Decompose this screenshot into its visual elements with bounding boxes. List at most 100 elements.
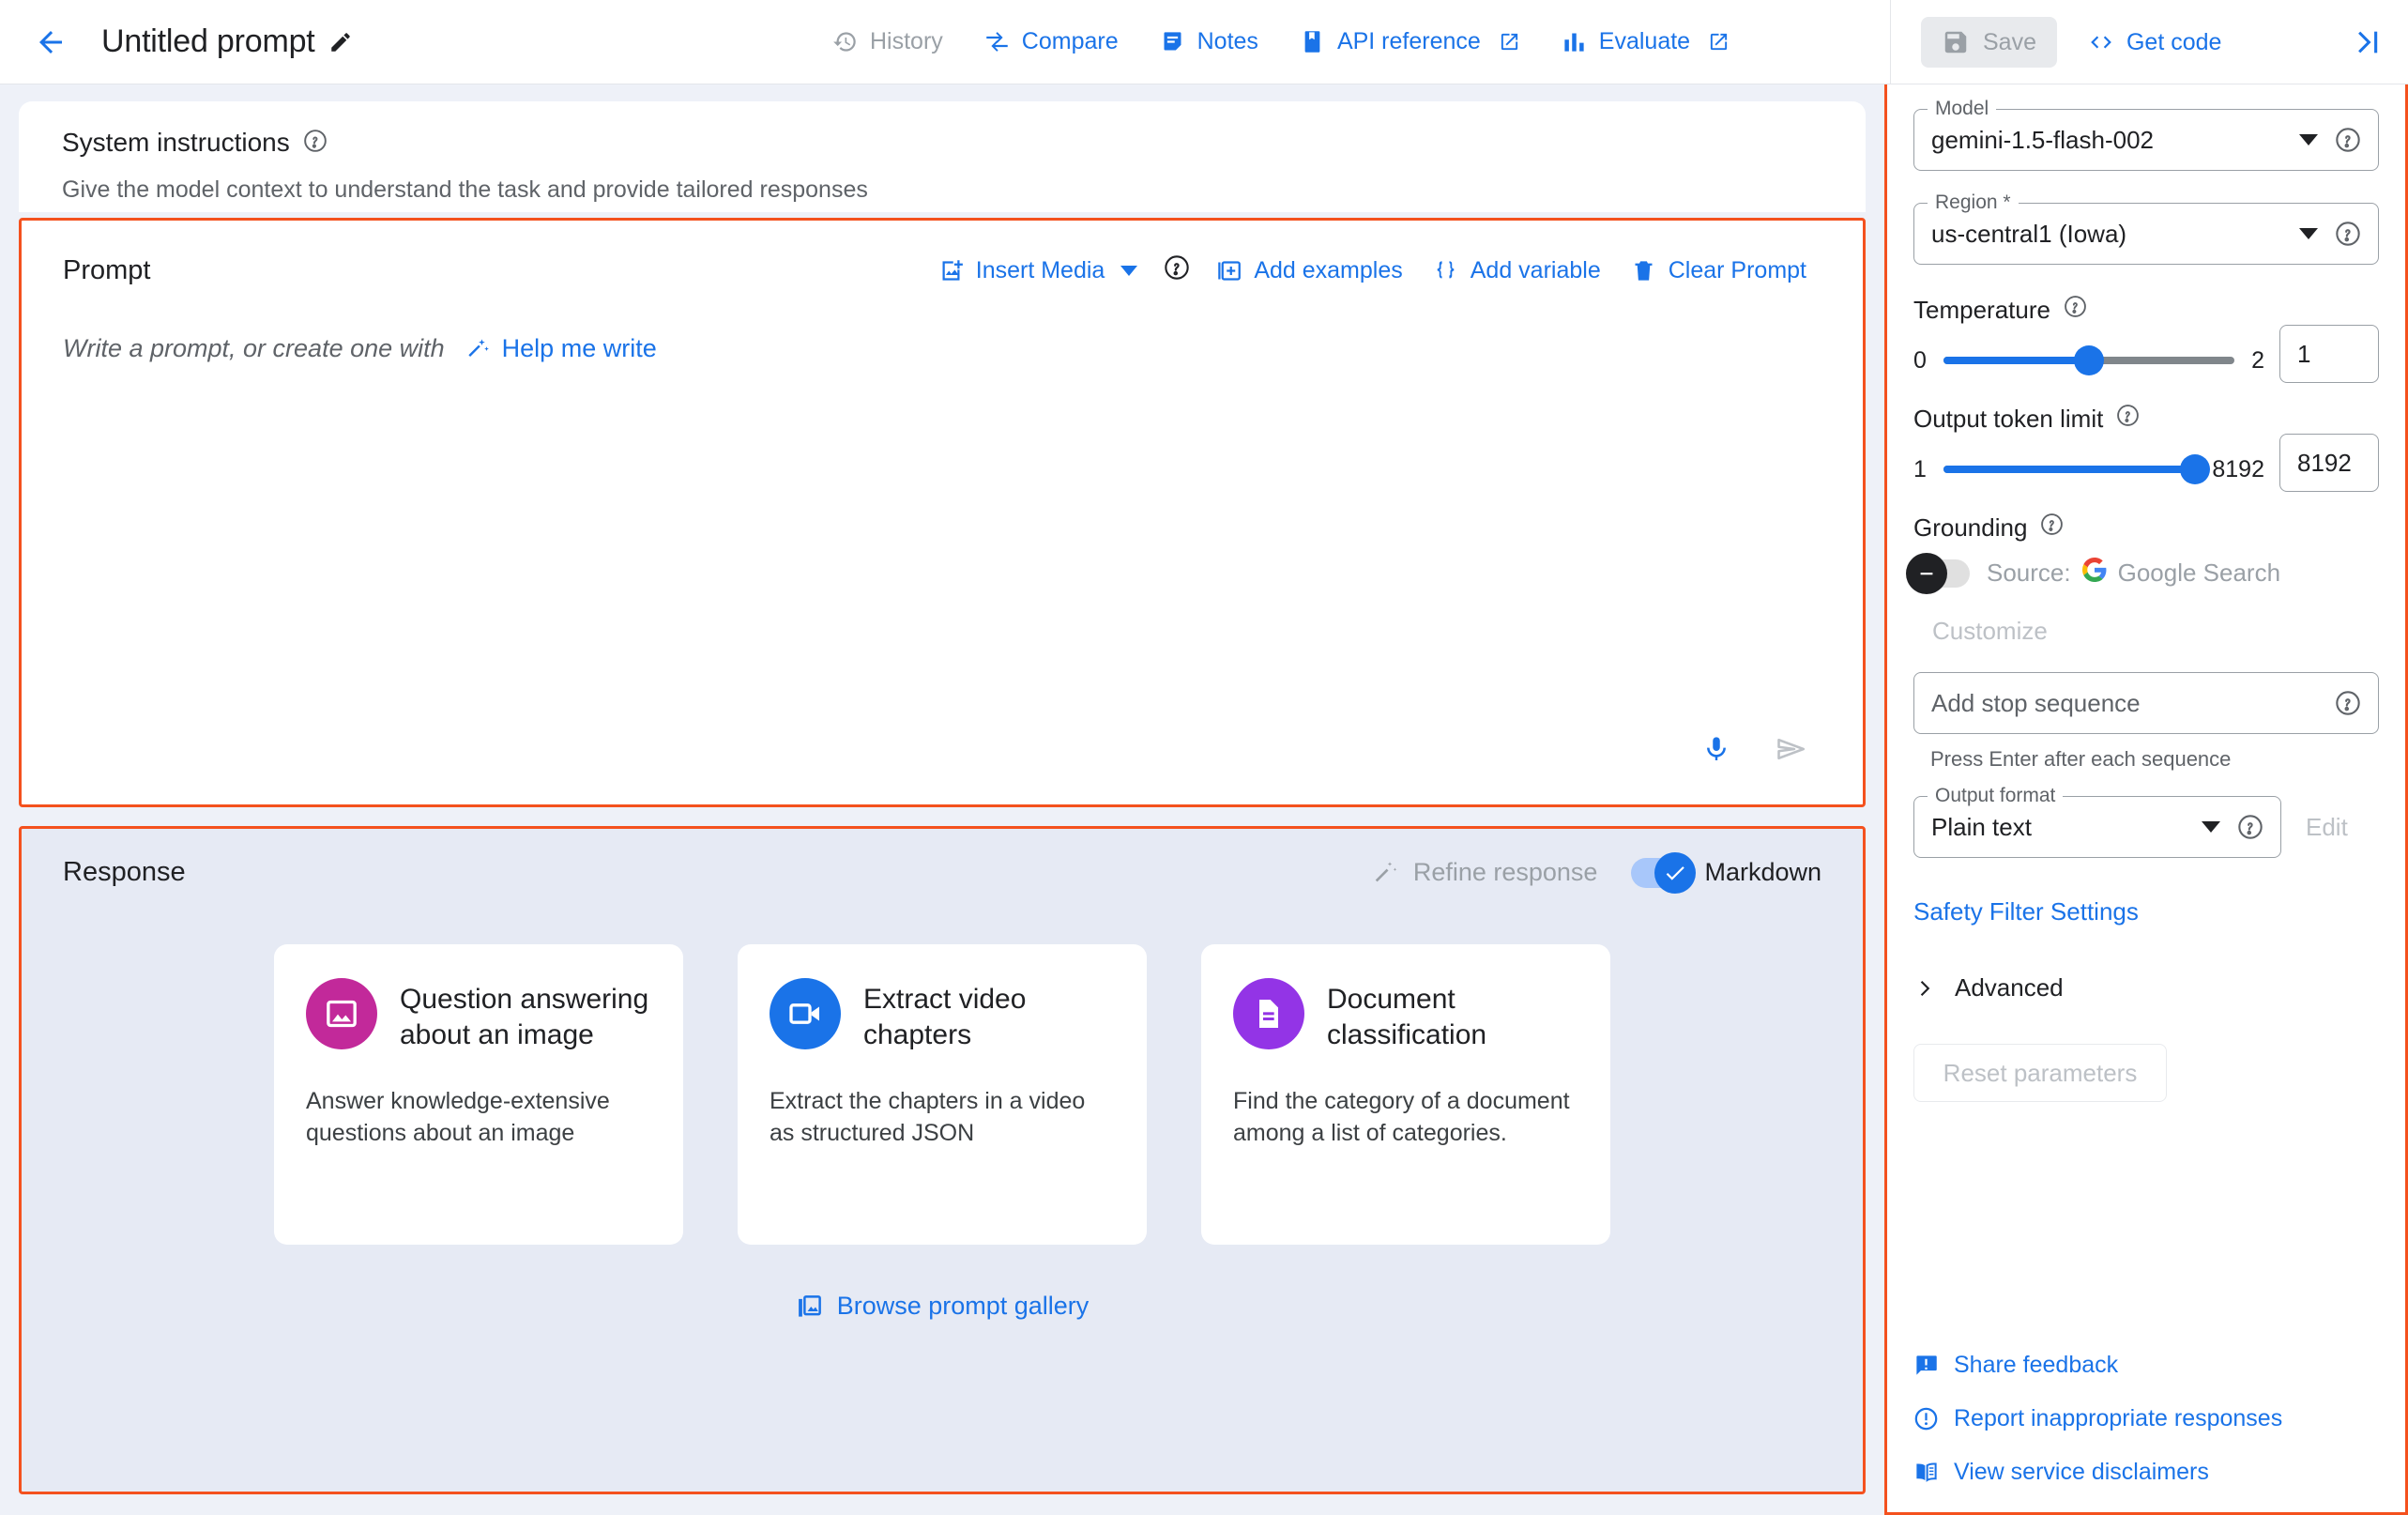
help-circle-icon[interactable] [303,129,328,158]
compare-label: Compare [1022,28,1119,55]
temperature-slider[interactable]: 0 2 [1913,347,2264,375]
prompt-studio-app: Untitled prompt History Compare [0,0,2408,1515]
chevron-right-icon [1913,976,1938,1001]
region-value: us-central1 (Iowa) [1931,220,2126,249]
customize-label: Customize [1932,617,2048,645]
slider-thumb[interactable] [2180,454,2210,484]
advanced-section-toggle[interactable]: Advanced [1913,973,2379,1002]
save-label: Save [1983,29,2036,56]
prompt-actions: Insert Media [923,247,1821,295]
grounding-label: Grounding [1913,513,2027,543]
code-brackets-icon [2087,30,2115,54]
add-examples-button[interactable]: Add examples [1201,250,1417,292]
collapse-panel-icon[interactable] [2352,26,2384,58]
external-link-icon [1499,31,1520,53]
help-circle-icon[interactable] [2335,690,2361,716]
help-circle-icon[interactable] [2335,221,2361,247]
markdown-switch-knob [1654,852,1696,894]
model-select[interactable]: Model gemini-1.5-flash-002 [1913,109,2379,171]
card-icon-badge [770,978,841,1049]
bar-chart-icon [1562,29,1587,54]
report-inappropriate-responses-label: Report inappropriate responses [1954,1405,2282,1432]
markdown-switch[interactable] [1631,858,1689,888]
model-value: gemini-1.5-flash-002 [1931,126,2154,155]
output-token-limit-slider[interactable]: 1 8192 [1913,456,2264,483]
feedback-icon [1913,1353,1939,1378]
save-button[interactable]: Save [1921,17,2057,68]
prompt-card: Prompt Insert Media [19,218,1866,807]
back-button[interactable] [23,14,79,70]
safety-filter-settings-link[interactable]: Safety Filter Settings [1913,897,2379,926]
output-format-edit-button[interactable]: Edit [2306,813,2348,842]
suggestion-card-document-classification[interactable]: Document classification Find the categor… [1201,944,1610,1245]
help-circle-icon[interactable] [2335,127,2361,153]
refine-response-button[interactable]: Refine response [1372,858,1598,887]
help-circle-icon[interactable] [2237,814,2263,840]
slider-track[interactable] [1943,466,2195,473]
api-reference-button[interactable]: API reference [1279,19,1541,65]
chevron-down-icon [2202,821,2220,833]
suggestion-card-extract-video-chapters[interactable]: Extract video chapters Extract the chapt… [738,944,1147,1245]
add-variable-button[interactable]: Add variable [1418,250,1616,292]
output-token-limit-label-row: Output token limit [1913,404,2379,434]
pencil-icon[interactable] [328,30,353,54]
magic-wand-icon [465,336,491,361]
stop-sequence-hint: Press Enter after each sequence [1930,747,2379,772]
output-token-limit-value: 8192 [2297,449,2352,478]
prompt-header: Prompt Insert Media [22,221,1863,295]
region-legend: Region * [1928,191,2019,214]
output-token-limit-input[interactable]: 8192 [2279,434,2379,492]
output-token-limit-label: Output token limit [1913,405,2103,434]
grounding-toggle[interactable] [1913,559,1970,588]
view-service-disclaimers-link[interactable]: View service disclaimers [1913,1459,2379,1486]
suggestion-card-question-answering[interactable]: Question answering about an image Answer… [274,944,683,1245]
temperature-max: 2 [2251,347,2264,375]
top-toolbar: Untitled prompt History Compare [0,0,2408,84]
card-icon-badge [1233,978,1304,1049]
microphone-icon[interactable] [1701,734,1731,769]
evaluate-button[interactable]: Evaluate [1541,19,1750,65]
temperature-input[interactable]: 1 [2279,325,2379,383]
response-header-actions: Refine response Markdown [1372,858,1821,888]
history-button[interactable]: History [812,19,964,65]
notes-button[interactable]: Notes [1139,19,1279,65]
send-icon[interactable] [1775,732,1808,771]
browse-prompt-gallery-button[interactable]: Browse prompt gallery [796,1292,1090,1321]
system-instructions-card[interactable]: System instructions Give the model conte… [19,101,1866,212]
customize-button[interactable]: Customize [1932,617,2379,646]
compare-button[interactable]: Compare [964,19,1139,65]
markdown-toggle[interactable]: Markdown [1631,858,1821,888]
share-feedback-link[interactable]: Share feedback [1913,1352,2379,1379]
google-g-icon [2082,558,2107,589]
share-feedback-label: Share feedback [1954,1352,2118,1379]
view-service-disclaimers-label: View service disclaimers [1954,1459,2209,1486]
prompt-help-button[interactable] [1152,247,1201,295]
stop-sequence-placeholder: Add stop sequence [1931,689,2141,718]
slider-thumb[interactable] [2074,345,2104,375]
output-token-limit-control: 1 8192 8192 [1913,434,2379,492]
slider-fill [1943,357,2089,364]
slider-track[interactable] [1943,357,2234,364]
history-icon [832,29,858,54]
help-circle-icon[interactable] [2040,513,2064,543]
prompt-placeholder: Write a prompt, or create one with [63,334,445,363]
prompt-input-area[interactable]: Write a prompt, or create one with Help … [22,295,1863,363]
temperature-label: Temperature [1913,296,2050,325]
clear-prompt-button[interactable]: Clear Prompt [1616,250,1821,292]
help-circle-icon[interactable] [2064,295,2087,325]
reset-parameters-button[interactable]: Reset parameters [1913,1044,2167,1102]
stop-sequence-input[interactable]: Add stop sequence [1913,672,2379,734]
output-format-legend: Output format [1928,785,2063,807]
get-code-button[interactable]: Get code [2087,29,2221,56]
browse-gallery-row: Browse prompt gallery [22,1292,1863,1321]
help-me-write-button[interactable]: Help me write [465,334,657,363]
output-format-select[interactable]: Output format Plain text [1913,796,2281,858]
card-title: Document classification [1327,978,1578,1054]
minus-icon [1916,563,1937,584]
grounding-toggle-knob [1906,553,1947,594]
help-circle-icon[interactable] [2116,404,2140,434]
report-inappropriate-responses-link[interactable]: Report inappropriate responses [1913,1405,2379,1432]
insert-media-label: Insert Media [976,257,1105,284]
insert-media-button[interactable]: Insert Media [923,250,1153,292]
region-select[interactable]: Region * us-central1 (Iowa) [1913,203,2379,265]
